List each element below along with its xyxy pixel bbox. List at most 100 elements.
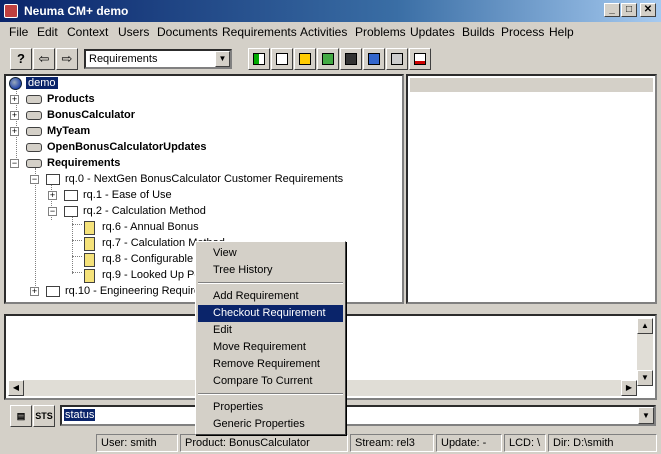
window-title: Neuma CM+ demo (24, 4, 129, 18)
menu-file[interactable]: File (9, 25, 28, 39)
tree-node-label: OpenBonusCalculatorUpdates (47, 141, 207, 153)
context-menu: View Tree History Add Requirement Checko… (195, 241, 346, 435)
menu-documents[interactable]: Documents (157, 25, 218, 39)
tree-node-label: rq.0 - NextGen BonusCalculator Customer … (65, 173, 344, 185)
detail-pane-header (410, 78, 653, 92)
checkout-icon[interactable] (363, 48, 385, 70)
drawer-icon (26, 111, 42, 120)
tree-node-rq0[interactable]: − rq.0 - NextGen BonusCalculator Custome… (30, 172, 400, 188)
forward-arrow-icon[interactable]: ⇨ (56, 48, 78, 70)
expand-icon[interactable]: + (48, 191, 57, 200)
context-select[interactable]: Requirements ▼ (84, 49, 232, 69)
drawer-icon (26, 95, 42, 104)
document-icon (84, 237, 95, 251)
close-button[interactable]: ✕ (640, 3, 656, 17)
menu-process[interactable]: Process (501, 25, 544, 39)
vertical-scrollbar[interactable]: ▲ ▼ (637, 318, 653, 386)
menu-item-add-requirement[interactable]: Add Requirement (198, 288, 343, 305)
folder-icon (64, 206, 78, 217)
status-product: Product: BonusCalculator (180, 434, 348, 452)
menu-problems[interactable]: Problems (355, 25, 406, 39)
tree-icon[interactable] (294, 48, 316, 70)
tree-node-label: rq.2 - Calculation Method (83, 205, 206, 217)
list-view-icon[interactable]: ▤ (10, 405, 32, 427)
tree-node-rq1[interactable]: + rq.1 - Ease of Use (48, 188, 248, 204)
context-select-value: Requirements (89, 53, 158, 65)
menu-item-view[interactable]: View (198, 245, 343, 262)
menu-context[interactable]: Context (67, 25, 108, 39)
tree-node-root[interactable]: demo (8, 76, 88, 92)
collapse-icon[interactable]: − (30, 175, 39, 184)
expand-icon[interactable]: + (10, 111, 19, 120)
tree-node-label: Products (47, 93, 95, 105)
globe-icon (9, 77, 22, 90)
app-icon (4, 4, 18, 18)
menu-help[interactable]: Help (549, 25, 574, 39)
folder-icon (46, 174, 60, 185)
scroll-left-icon[interactable]: ◀ (8, 380, 24, 396)
tree-node-products[interactable]: + Products (10, 92, 160, 108)
menu-item-compare-to-current[interactable]: Compare To Current (198, 373, 343, 390)
expand-icon[interactable]: + (30, 287, 39, 296)
menu-item-properties[interactable]: Properties (198, 399, 343, 416)
scroll-down-icon[interactable]: ▼ (637, 370, 653, 386)
detail-pane[interactable] (406, 74, 657, 304)
menu-activities[interactable]: Activities (300, 25, 347, 39)
expand-icon[interactable]: + (10, 95, 19, 104)
document-icon[interactable] (271, 48, 293, 70)
menu-item-edit[interactable]: Edit (198, 322, 343, 339)
tree-node-rq2[interactable]: − rq.2 - Calculation Method (48, 204, 268, 220)
drawer-icon (26, 143, 42, 152)
tree-node-myteam[interactable]: + MyTeam (10, 124, 160, 140)
chevron-down-icon[interactable]: ▼ (638, 407, 654, 424)
drawer-icon (26, 127, 42, 136)
drawer-icon (26, 159, 42, 168)
collapse-icon[interactable]: − (48, 207, 57, 216)
menu-item-generic-properties[interactable]: Generic Properties (198, 416, 343, 433)
tree-node-label: Requirements (47, 157, 121, 169)
help-icon[interactable]: ? (10, 48, 32, 70)
scroll-up-icon[interactable]: ▲ (637, 318, 653, 334)
expand-icon[interactable]: + (10, 127, 19, 136)
menu-requirements[interactable]: Requirements (222, 25, 297, 39)
menu-bar: File Edit Context Users Documents Requir… (0, 22, 661, 42)
toolbar: ? ⇦ ⇨ Requirements ▼ (0, 44, 661, 74)
scroll-right-icon[interactable]: ▶ (621, 380, 637, 396)
menu-users[interactable]: Users (118, 25, 149, 39)
tree-node-label: MyTeam (47, 125, 91, 137)
tree-node-bonuscalculator[interactable]: + BonusCalculator (10, 108, 210, 124)
menu-separator (198, 393, 343, 395)
menu-item-remove-requirement[interactable]: Remove Requirement (198, 356, 343, 373)
back-arrow-icon[interactable]: ⇦ (33, 48, 55, 70)
menu-builds[interactable]: Builds (462, 25, 495, 39)
tree-node-label: rq.10 - Engineering Require (65, 285, 201, 297)
menu-edit[interactable]: Edit (37, 25, 58, 39)
chart-icon[interactable] (409, 48, 431, 70)
status-update: Update: - (436, 434, 502, 452)
command-input[interactable]: status ▼ (60, 405, 656, 426)
tree-connector (72, 240, 82, 241)
menu-item-move-requirement[interactable]: Move Requirement (198, 339, 343, 356)
report-icon[interactable] (386, 48, 408, 70)
tree-node-label: BonusCalculator (47, 109, 136, 121)
build-icon[interactable] (340, 48, 362, 70)
maximize-button[interactable]: □ (621, 3, 637, 17)
folder-icon (46, 286, 60, 297)
chevron-down-icon[interactable]: ▼ (215, 51, 230, 67)
tree-connector (72, 224, 82, 225)
tree-node-openupdates[interactable]: OpenBonusCalculatorUpdates (10, 140, 270, 156)
add-node-icon[interactable] (317, 48, 339, 70)
tree-node-label: rq.9 - Looked Up Pe (102, 269, 201, 281)
grid-icon[interactable] (248, 48, 270, 70)
status-dir: Dir: D:\smith (548, 434, 657, 452)
menu-item-checkout-requirement[interactable]: Checkout Requirement (198, 305, 343, 322)
tree-node-requirements[interactable]: − Requirements (10, 156, 210, 172)
menu-separator (198, 282, 343, 284)
tree-node-label: rq.6 - Annual Bonus (102, 221, 199, 233)
menu-item-tree-history[interactable]: Tree History (198, 262, 343, 279)
menu-updates[interactable]: Updates (410, 25, 455, 39)
tree-node-rq6[interactable]: rq.6 - Annual Bonus (84, 220, 284, 236)
sts-icon[interactable]: STS (33, 405, 55, 427)
minimize-button[interactable]: _ (604, 3, 620, 17)
collapse-icon[interactable]: − (10, 159, 19, 168)
